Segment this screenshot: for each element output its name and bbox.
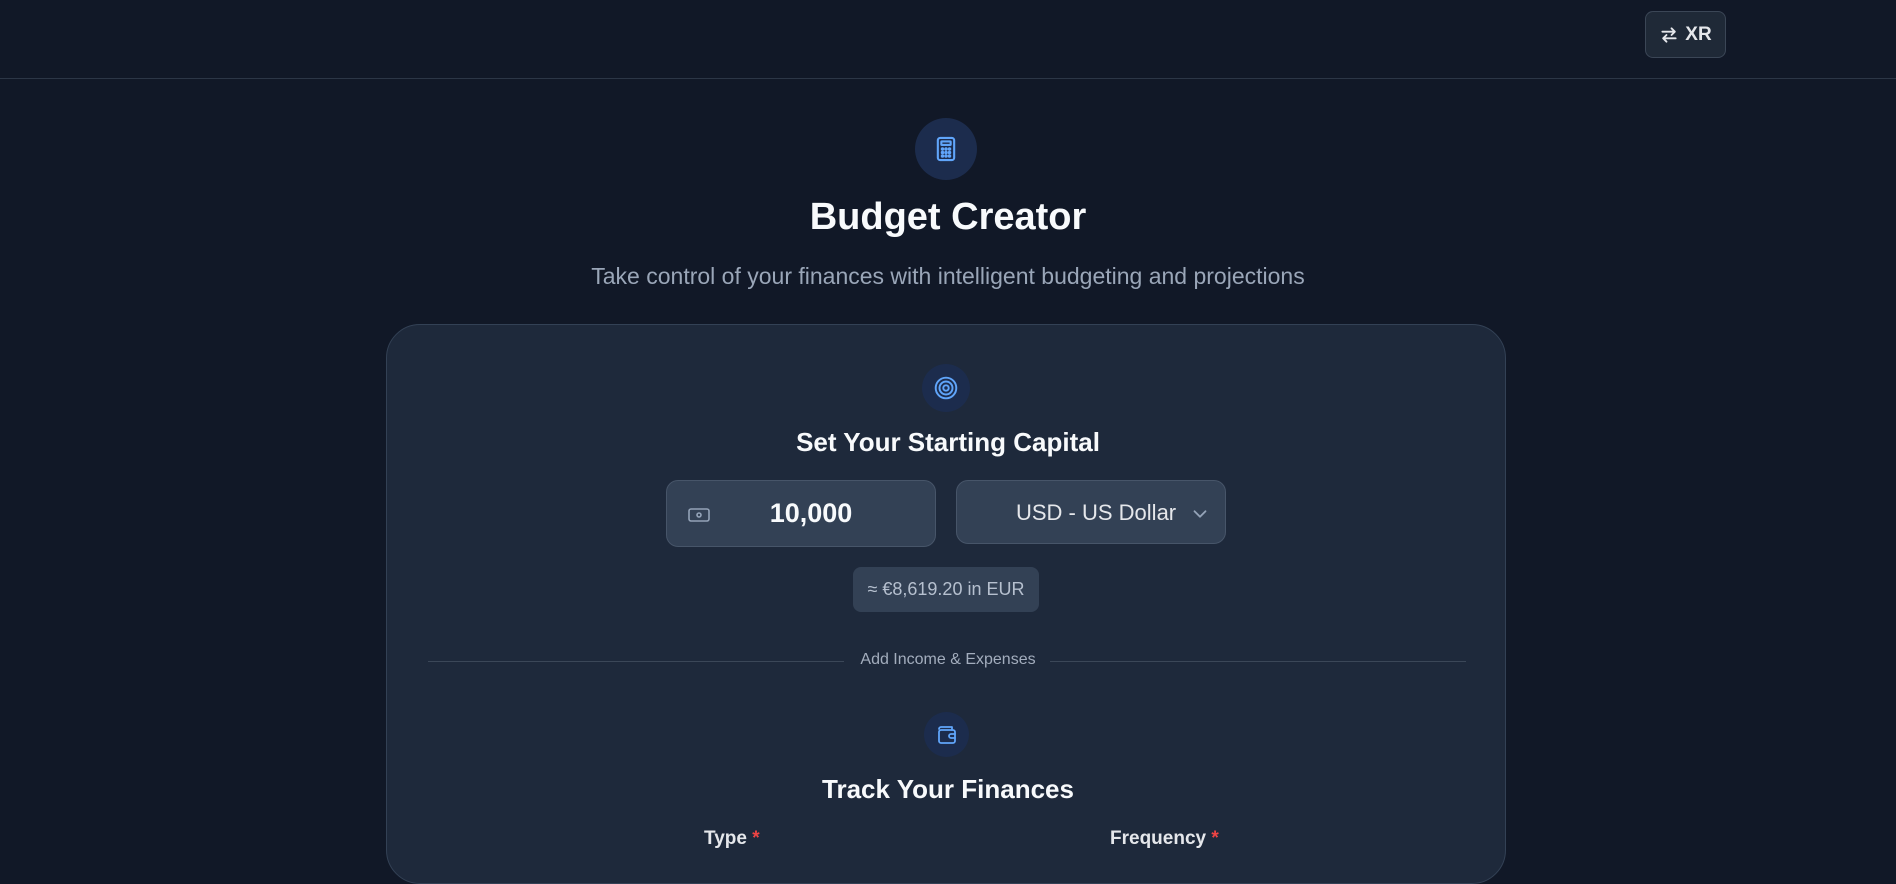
divider-label: Add Income & Expenses	[860, 651, 1036, 668]
chevron-down-icon	[1193, 510, 1207, 518]
top-bar: XR	[0, 0, 1896, 79]
exchange-rates-button[interactable]: XR	[1645, 11, 1726, 58]
swap-arrows-icon	[1661, 26, 1677, 43]
banknote-icon	[688, 508, 710, 522]
page-title: Budget Creator	[809, 196, 1087, 238]
calculator-icon	[915, 118, 977, 180]
track-section-title: Track Your Finances	[822, 774, 1074, 804]
required-marker: *	[1211, 828, 1219, 849]
frequency-field-label: Frequency *	[1110, 828, 1219, 850]
exchange-rates-label: XR	[1685, 23, 1712, 45]
required-marker: *	[752, 828, 760, 849]
type-label-text: Type	[704, 828, 747, 849]
conversion-badge: ≈ €8,619.20 in EUR	[853, 567, 1039, 612]
currency-select[interactable]: USD - US Dollar	[956, 480, 1226, 544]
starting-capital-input[interactable]: 10,000	[666, 480, 936, 547]
wallet-icon	[924, 712, 969, 757]
target-icon	[922, 364, 970, 412]
currency-selected-value: USD - US Dollar	[1016, 500, 1177, 525]
type-field-label: Type *	[704, 828, 760, 850]
page-subtitle: Take control of your finances with intel…	[591, 263, 1305, 289]
frequency-label-text: Frequency	[1110, 828, 1207, 849]
capital-section-title: Set Your Starting Capital	[796, 427, 1100, 457]
